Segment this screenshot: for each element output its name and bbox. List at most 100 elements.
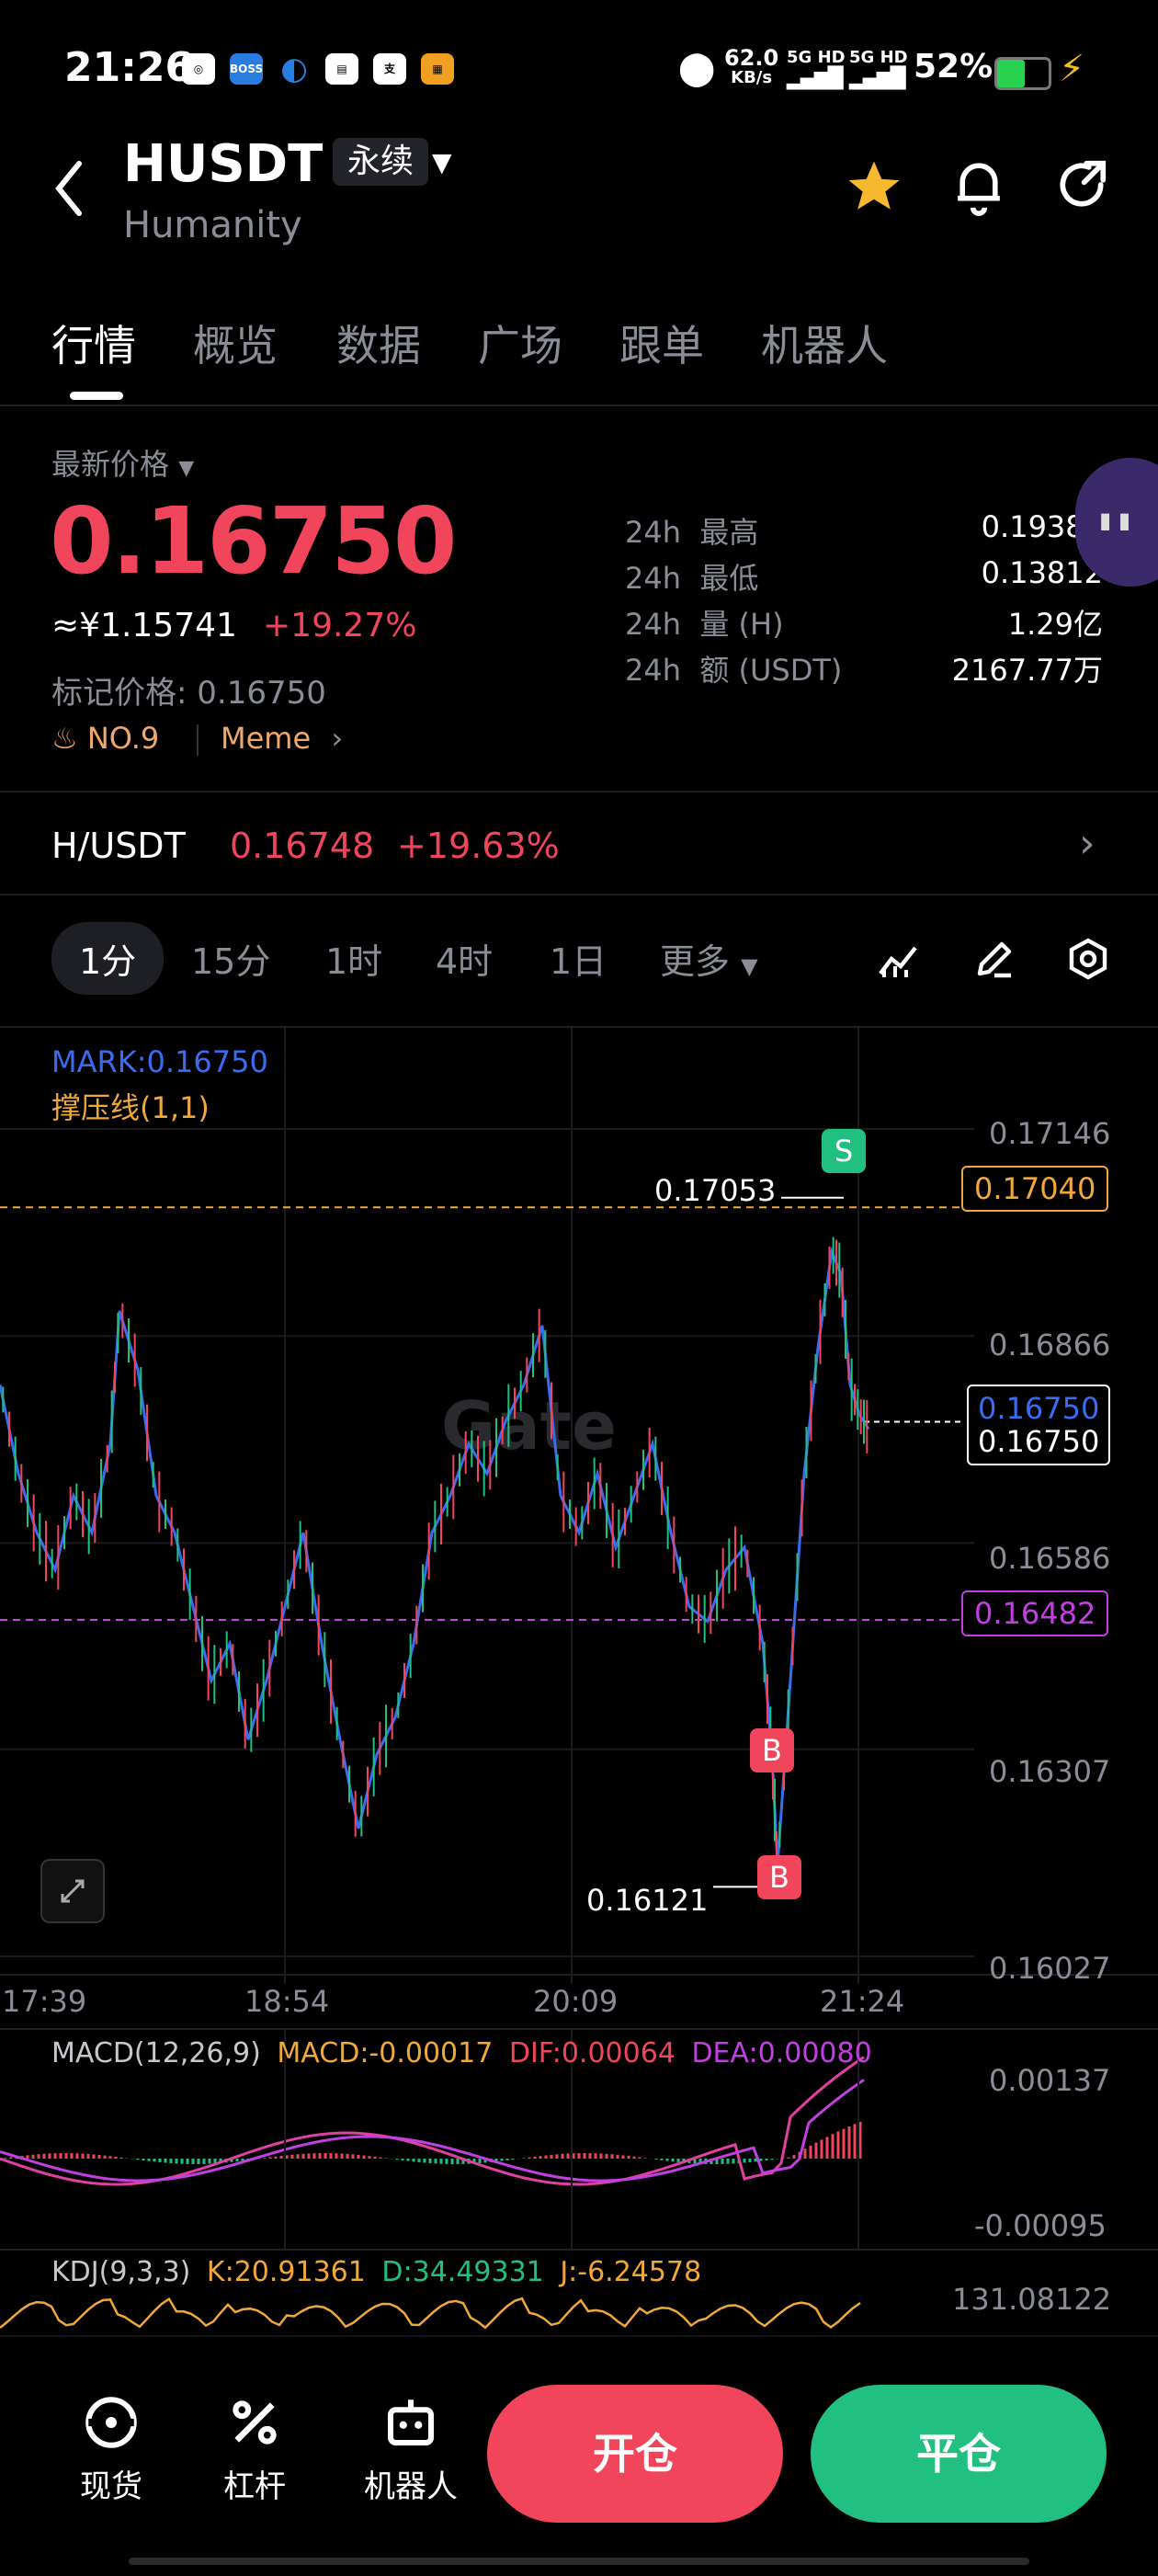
kdj-panel[interactable]: KDJ(9,3,3) K:20.91361 D:34.49331 J:-6.24… <box>0 2249 1158 2339</box>
network-speed: 62.0 KB/s <box>724 45 779 87</box>
stat-low: 24h 最低 0.13812 <box>625 555 1103 596</box>
star-icon[interactable] <box>844 156 904 221</box>
x-tick: 17:39 <box>2 1984 87 2019</box>
dif-line <box>0 2056 865 2186</box>
battery-icon <box>994 57 1051 90</box>
leverage-button[interactable]: 杠杆 <box>204 2392 305 2506</box>
app-c-icon: ◐ <box>280 51 308 87</box>
boss-app-icon: BOSS <box>230 53 263 85</box>
rank-badge[interactable]: ♨ NO.9 <box>51 721 159 756</box>
high-marker-label: 0.17053 <box>654 1173 777 1208</box>
y-tick: 0.16027 <box>989 1951 1111 1986</box>
price-section: 最新价格 ▼ 0.16750 ≈¥1.15741 +19.27% 标记价格: 0… <box>0 423 1158 791</box>
chevron-right-icon: › <box>331 721 344 756</box>
spot-pair-change: +19.63% <box>397 826 560 866</box>
tab-data[interactable]: 数据 <box>336 313 421 373</box>
status-time: 21:26 <box>64 44 194 91</box>
x-tick: 20:09 <box>533 1984 619 2019</box>
app-orange-icon: ▦ <box>421 53 454 85</box>
alipay-icon: 支 <box>373 53 406 85</box>
symbol-dropdown-icon[interactable]: ▼ <box>432 147 452 177</box>
stat-high: 24h 最高 0.19388 <box>625 509 1103 550</box>
resistance-price-tag: 0.17040 <box>961 1166 1109 1212</box>
kdj-y-top: 131.08122 <box>952 2282 1112 2317</box>
battery-percent: 52% <box>914 48 993 85</box>
tab-bar: 行情 概览 数据 广场 跟单 机器人 <box>0 294 1158 406</box>
interval-1h[interactable]: 1时 <box>325 933 382 984</box>
symbol-title[interactable]: HUSDT <box>123 134 323 194</box>
card-app-icon: ▤ <box>325 53 358 85</box>
tab-robots[interactable]: 机器人 <box>761 313 888 373</box>
bottom-action-bar: 现货 杠杆 机器人 开仓 平仓 <box>0 2335 1158 2576</box>
kdj-k-line <box>0 2297 861 2330</box>
low-marker-label: 0.16121 <box>586 1883 709 1918</box>
close-position-button[interactable]: 平仓 <box>811 2385 1107 2523</box>
settings-icon[interactable] <box>1066 937 1110 985</box>
dropdown-icon: ▼ <box>741 953 758 979</box>
indicator-icon[interactable] <box>877 937 921 985</box>
draw-pen-icon[interactable] <box>972 937 1016 985</box>
signal-1: 5G HD ▂▄▆█ <box>787 48 846 90</box>
interval-1m[interactable]: 1分 <box>51 922 165 995</box>
tab-copy-trading[interactable]: 跟单 <box>619 313 704 373</box>
bell-icon[interactable] <box>950 156 1007 221</box>
dea-line <box>0 2079 865 2183</box>
buy-marker[interactable]: B <box>757 1855 801 1899</box>
interval-1d[interactable]: 1日 <box>550 933 607 984</box>
contract-type-badge[interactable]: 永续 <box>333 138 429 186</box>
y-tick: 0.16866 <box>989 1328 1111 1362</box>
charging-icon: ⚡ <box>1059 48 1085 90</box>
x-tick: 21:24 <box>820 1984 905 2019</box>
interval-more[interactable]: 更多 ▼ <box>660 933 758 984</box>
app-notification-icon: ◎ <box>182 53 215 85</box>
y-tick: 0.16586 <box>989 1541 1111 1576</box>
symbol-name: Humanity <box>123 204 302 246</box>
macd-panel[interactable]: MACD(12,26,9) MACD:-0.00017 DIF:0.00064 … <box>0 2028 1158 2251</box>
tab-square[interactable]: 广场 <box>478 313 562 373</box>
spot-button[interactable]: 现货 <box>61 2392 162 2506</box>
divider <box>197 724 199 756</box>
current-price-tag: 0.16750 0.16750 <box>967 1385 1111 1465</box>
mark-price: 标记价格: 0.16750 <box>51 675 326 712</box>
stat-volume: 24h 量 (H) 1.29亿 <box>625 607 1103 642</box>
status-bar: 21:26 ◎ BOSS ◐ ▤ 支 ▦ ⬤ 62.0 KB/s 5G HD ▂… <box>0 0 1158 138</box>
last-price: 0.16750 <box>50 487 457 595</box>
price-type-dropdown-icon[interactable]: ▼ <box>178 457 194 480</box>
active-tab-indicator <box>70 392 123 400</box>
y-tick: 0.17146 <box>989 1116 1111 1151</box>
interval-15m[interactable]: 15分 <box>191 933 270 984</box>
share-icon[interactable] <box>1053 156 1110 217</box>
category-tag[interactable]: Meme › <box>221 721 343 756</box>
latest-price-label[interactable]: 最新价格 ▼ <box>51 441 194 484</box>
spot-pair-name: H/USDT <box>51 826 186 866</box>
macd-legend: MACD(12,26,9) MACD:-0.00017 DIF:0.00064 … <box>51 2037 872 2069</box>
divider <box>0 894 1158 895</box>
sell-marker[interactable]: S <box>822 1129 866 1173</box>
tab-overview[interactable]: 概览 <box>193 313 278 373</box>
spot-pair-row[interactable]: H/USDT 0.16748 +19.63% › <box>0 792 1158 894</box>
flame-icon: ♨ <box>51 721 78 756</box>
chevron-right-icon: › <box>1079 820 1096 867</box>
robot-icon <box>387 2399 435 2446</box>
macd-y-top: 0.00137 <box>989 2063 1111 2098</box>
buy-marker[interactable]: B <box>750 1728 794 1772</box>
signal-2: 5G HD ▂▄▆█ <box>849 48 908 90</box>
interval-bar: 1分 15分 1时 4时 1日 更多 ▼ <box>0 896 1158 1025</box>
back-icon[interactable] <box>50 156 86 224</box>
home-indicator <box>129 2558 1029 2565</box>
price-chart[interactable]: Gate MARK:0.16750 撑压线(1,1) 0.17146 0.168… <box>0 1028 1158 2039</box>
robot-button[interactable]: 机器人 <box>351 2392 471 2506</box>
y-tick: 0.16307 <box>989 1754 1111 1789</box>
header: HUSDT 永续 ▼ Humanity <box>0 129 1158 276</box>
location-icon: ⬤ <box>678 50 716 87</box>
fullscreen-icon[interactable] <box>40 1859 105 1923</box>
tab-market[interactable]: 行情 <box>51 313 136 373</box>
price-line <box>0 1246 870 1866</box>
stat-turnover: 24h 额 (USDT) 2167.77万 <box>625 653 1103 688</box>
open-position-button[interactable]: 开仓 <box>487 2385 783 2523</box>
interval-4h[interactable]: 4时 <box>436 933 493 984</box>
price-cny: ≈¥1.15741 <box>51 607 237 644</box>
floating-assistant-button[interactable]: ▮ ▮ <box>1075 458 1158 587</box>
watermark: Gate <box>441 1387 617 1465</box>
percent-icon <box>233 2400 277 2445</box>
